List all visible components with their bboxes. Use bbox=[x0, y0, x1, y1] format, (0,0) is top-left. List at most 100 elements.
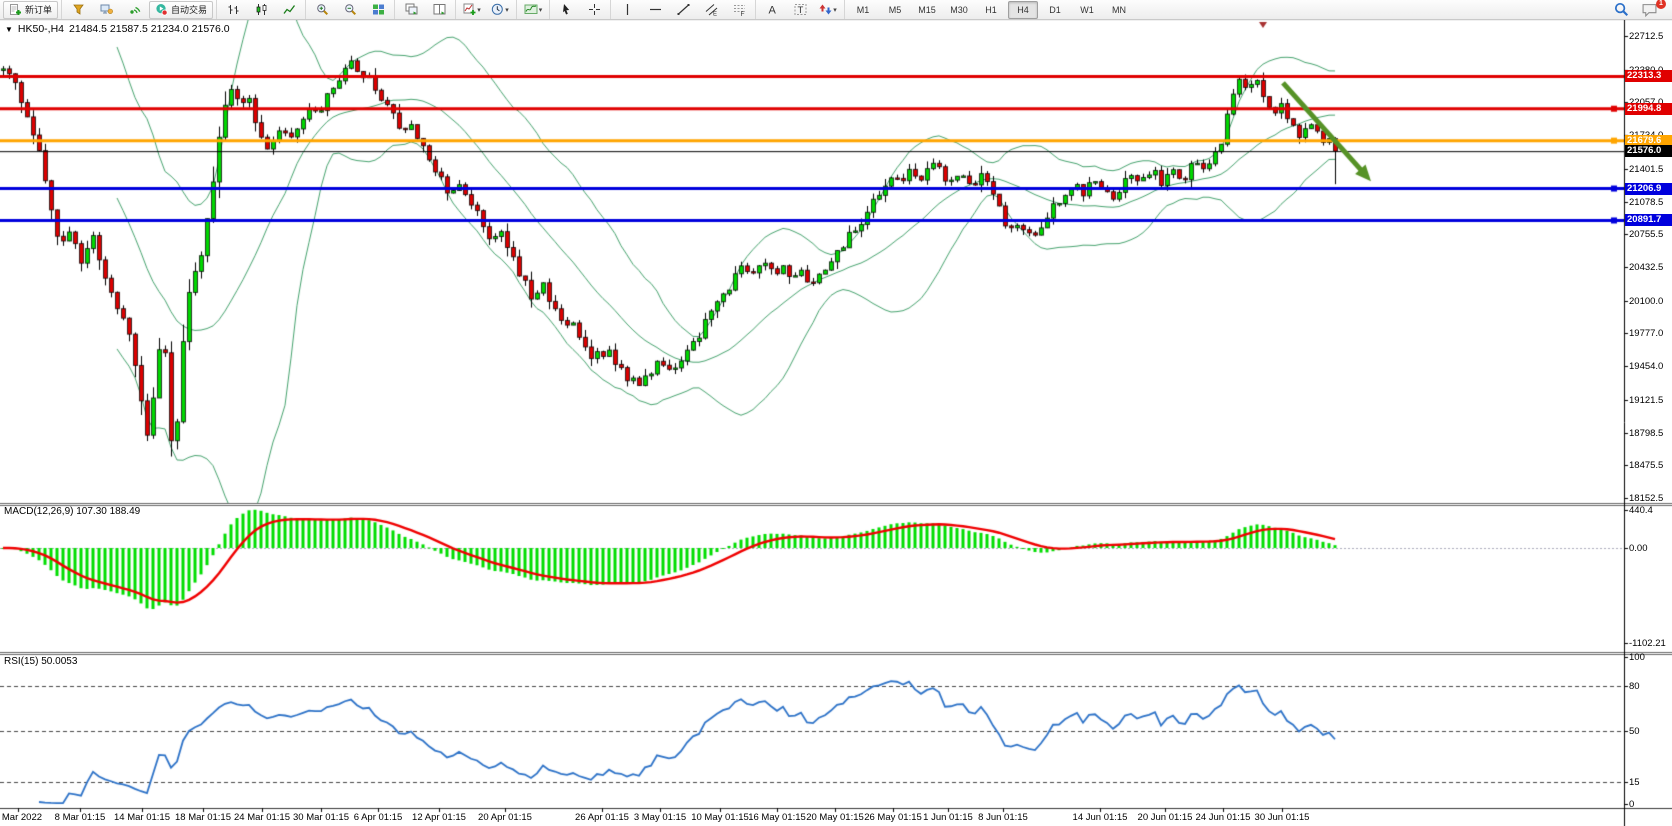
arrows-button[interactable]: ▾ bbox=[815, 1, 841, 19]
timeframe-mn-button[interactable]: MN bbox=[1104, 1, 1134, 19]
new-order-label: 新订单 bbox=[25, 3, 52, 16]
chart-canvas[interactable] bbox=[0, 19, 1672, 826]
price-axis-tick: 21401.5 bbox=[1629, 164, 1663, 175]
timeframe-m1-button[interactable]: M1 bbox=[848, 1, 878, 19]
channel-button[interactable]: E bbox=[698, 1, 724, 19]
candlestick-chart-button[interactable] bbox=[248, 1, 274, 19]
bars-chart-icon bbox=[227, 3, 240, 16]
macd-axis-tick: 0.00 bbox=[1629, 543, 1648, 554]
timeframe-h4-button[interactable]: H4 bbox=[1008, 1, 1038, 19]
line-chart-icon bbox=[283, 3, 296, 16]
dropdown-arrow-icon: ▾ bbox=[505, 6, 509, 14]
market-button[interactable] bbox=[65, 1, 91, 19]
market-icon bbox=[72, 3, 85, 16]
price-axis-tick: 20432.5 bbox=[1629, 262, 1663, 273]
dropdown-arrow-icon: ▾ bbox=[539, 6, 543, 14]
notifications-button[interactable]: 1 bbox=[1636, 1, 1662, 19]
symbol-period-label: HK50-,H4 bbox=[18, 23, 64, 35]
price-tag: 21994.8 bbox=[1625, 103, 1672, 115]
main-toolbar: 新订单 自动交易 ▾ ▾ ▾ E F bbox=[0, 0, 1672, 20]
time-axis-label: 20 Apr 01:15 bbox=[465, 812, 545, 823]
current-price-tag: 21576.0 bbox=[1625, 145, 1672, 157]
trendline-icon bbox=[677, 3, 690, 16]
rsi-axis-tick: 15 bbox=[1629, 777, 1640, 788]
svg-text:A: A bbox=[768, 5, 776, 17]
hosting-button[interactable] bbox=[93, 1, 119, 19]
svg-text:E: E bbox=[713, 12, 717, 17]
price-tag: 20891.7 bbox=[1625, 214, 1672, 226]
price-axis-tick: 21078.5 bbox=[1629, 197, 1663, 208]
collapse-marker-icon[interactable]: ▼ bbox=[5, 25, 13, 34]
macd-axis-tick: 440.4 bbox=[1629, 505, 1653, 516]
macd-axis-tick: -1102.21 bbox=[1629, 638, 1666, 649]
zoom-out-button[interactable] bbox=[337, 1, 363, 19]
vertical-line-button[interactable] bbox=[614, 1, 640, 19]
zoom-in-icon bbox=[316, 3, 329, 16]
price-axis-tick: 20100.0 bbox=[1629, 296, 1663, 307]
rsi-label: RSI(15) 50.0053 bbox=[4, 656, 77, 667]
autotrading-button[interactable]: 自动交易 bbox=[149, 1, 213, 19]
fibonacci-button[interactable]: F bbox=[726, 1, 752, 19]
crosshair-icon bbox=[588, 3, 601, 16]
price-axis-tick: 22712.5 bbox=[1629, 31, 1663, 42]
timeframe-m15-button[interactable]: M15 bbox=[912, 1, 942, 19]
svg-text:T: T bbox=[797, 5, 803, 16]
ohlc-values: 21484.5 21587.5 21234.0 21576.0 bbox=[69, 23, 230, 35]
vertical-line-icon bbox=[621, 3, 634, 16]
new-chart-icon bbox=[463, 3, 476, 16]
new-order-button[interactable]: 新订单 bbox=[3, 1, 58, 19]
svg-text:F: F bbox=[740, 11, 744, 16]
virtual-hosting-icon bbox=[100, 3, 113, 16]
rsi-axis-tick: 100 bbox=[1629, 652, 1645, 663]
dropdown-arrow-icon: ▾ bbox=[833, 6, 837, 14]
text-label-button[interactable]: T bbox=[787, 1, 813, 19]
dropdown-arrow-icon: ▾ bbox=[477, 6, 481, 14]
new-chart-button[interactable]: ▾ bbox=[459, 1, 485, 19]
price-axis-tick: 19454.0 bbox=[1629, 361, 1663, 372]
notification-badge: 1 bbox=[1656, 0, 1666, 9]
autotrading-label: 自动交易 bbox=[171, 3, 207, 16]
trendline-button[interactable] bbox=[670, 1, 696, 19]
tile-vertical-button[interactable] bbox=[426, 1, 452, 19]
text-button[interactable]: A bbox=[759, 1, 785, 19]
timeframe-m30-button[interactable]: M30 bbox=[944, 1, 974, 19]
tile-vertical-icon bbox=[433, 3, 446, 16]
templates-button[interactable]: ▾ bbox=[520, 1, 546, 19]
chart-header: ▼ HK50-,H4 21484.5 21587.5 21234.0 21576… bbox=[5, 23, 230, 35]
autotrading-icon bbox=[155, 3, 168, 16]
timeframe-h1-button[interactable]: H1 bbox=[976, 1, 1006, 19]
arrow-objects-icon bbox=[819, 3, 832, 16]
horizontal-line-button[interactable] bbox=[642, 1, 668, 19]
candlestick-chart-icon bbox=[255, 3, 268, 16]
timeframe-m5-button[interactable]: M5 bbox=[880, 1, 910, 19]
fibonacci-icon: F bbox=[733, 3, 746, 16]
chart-window: ▼ HK50-,H4 21484.5 21587.5 21234.0 21576… bbox=[0, 19, 1672, 826]
cascade-windows-button[interactable] bbox=[398, 1, 424, 19]
line-chart-button[interactable] bbox=[276, 1, 302, 19]
price-axis-tick: 18475.5 bbox=[1629, 460, 1663, 471]
search-icon bbox=[1614, 2, 1629, 17]
price-axis-tick: 19121.5 bbox=[1629, 395, 1663, 406]
rsi-axis-tick: 50 bbox=[1629, 726, 1640, 737]
search-button[interactable] bbox=[1608, 1, 1634, 19]
new-order-icon bbox=[9, 3, 22, 16]
timeframe-w1-button[interactable]: W1 bbox=[1072, 1, 1102, 19]
zoom-in-button[interactable] bbox=[309, 1, 335, 19]
chat-bubble-icon bbox=[1642, 3, 1657, 17]
crosshair-button[interactable] bbox=[581, 1, 607, 19]
signals-button[interactable] bbox=[121, 1, 147, 19]
cascade-windows-icon bbox=[405, 3, 418, 16]
time-axis-label: 8 Jun 01:15 bbox=[963, 812, 1043, 823]
templates-icon bbox=[524, 3, 538, 16]
text-icon: A bbox=[766, 3, 779, 16]
cursor-button[interactable] bbox=[553, 1, 579, 19]
price-axis-tick: 20755.5 bbox=[1629, 229, 1663, 240]
time-axis-label: 30 Jun 01:15 bbox=[1242, 812, 1322, 823]
period-button[interactable]: ▾ bbox=[487, 1, 513, 19]
equidistant-channel-icon: E bbox=[705, 3, 718, 16]
timeframe-d1-button[interactable]: D1 bbox=[1040, 1, 1070, 19]
price-axis-tick: 18152.5 bbox=[1629, 493, 1663, 504]
macd-label: MACD(12,26,9) 107.30 188.49 bbox=[4, 506, 140, 517]
tile-windows-button[interactable] bbox=[365, 1, 391, 19]
bars-chart-button[interactable] bbox=[220, 1, 246, 19]
